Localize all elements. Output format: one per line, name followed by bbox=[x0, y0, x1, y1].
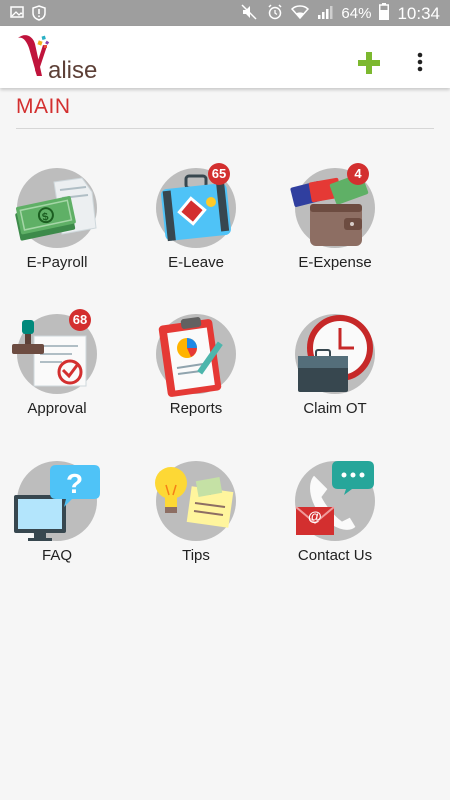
leave-count-badge: 65 bbox=[208, 163, 230, 185]
tile-label: E-Leave bbox=[168, 254, 224, 271]
help-monitor-icon: ? bbox=[14, 465, 100, 541]
tile-e-payroll[interactable]: $ E-Payroll bbox=[2, 168, 112, 288]
svg-text:@: @ bbox=[308, 508, 322, 524]
logo-text: alise bbox=[48, 57, 97, 84]
tile-label: Tips bbox=[182, 547, 210, 564]
more-vertical-icon bbox=[417, 52, 423, 72]
clock-time: 10:34 bbox=[397, 3, 440, 23]
tile-label: FAQ bbox=[41, 547, 72, 564]
lightbulb-note-icon bbox=[155, 467, 234, 528]
battery-icon bbox=[379, 3, 390, 24]
expense-count-badge: 4 bbox=[347, 163, 369, 185]
mute-icon bbox=[241, 3, 259, 24]
payroll-money-icon: $ bbox=[15, 177, 97, 241]
tile-reports[interactable]: Reports bbox=[141, 314, 251, 434]
tile-label: E-Payroll bbox=[26, 254, 88, 271]
alert-shield-icon bbox=[32, 5, 46, 25]
overflow-menu-button[interactable] bbox=[412, 48, 428, 78]
approval-count-badge: 68 bbox=[69, 309, 91, 331]
suitcase-icon bbox=[161, 174, 231, 242]
app-bar: alise bbox=[0, 26, 450, 88]
alarm-icon bbox=[267, 3, 283, 24]
tile-e-leave[interactable]: 65 E-Leave bbox=[141, 163, 251, 288]
tile-label: Approval bbox=[27, 400, 87, 417]
tile-approval[interactable]: 68 Approval bbox=[2, 309, 112, 434]
signal-icon bbox=[317, 4, 333, 24]
tile-e-expense[interactable]: 4 E-Expense bbox=[280, 163, 390, 288]
tile-tips[interactable]: Tips bbox=[141, 461, 251, 581]
tile-claim-ot[interactable]: Claim OT bbox=[280, 314, 390, 434]
contact-phone-mail-icon: @ bbox=[295, 461, 374, 535]
add-button[interactable] bbox=[358, 52, 380, 74]
tile-label: Claim OT bbox=[303, 400, 367, 417]
clock-briefcase-icon bbox=[298, 315, 373, 392]
tile-label: Reports bbox=[169, 400, 223, 417]
status-bar: 64% 10:34 bbox=[0, 0, 450, 26]
plus-icon bbox=[358, 52, 380, 74]
section-title: MAIN bbox=[16, 95, 71, 118]
tile-faq[interactable]: ? FAQ bbox=[2, 461, 112, 581]
clipboard-report-icon bbox=[158, 317, 223, 397]
battery-percent: 64% bbox=[341, 5, 372, 22]
tile-label: E-Expense bbox=[298, 254, 372, 271]
section-divider bbox=[16, 128, 434, 129]
tile-label: Contact Us bbox=[297, 547, 373, 564]
wifi-icon bbox=[291, 4, 310, 24]
valise-logo: alise bbox=[15, 32, 125, 89]
gallery-notification-icon bbox=[10, 5, 24, 25]
wallet-icon bbox=[290, 173, 369, 246]
svg-text:?: ? bbox=[66, 468, 83, 499]
tile-contact-us[interactable]: @ Contact Us bbox=[280, 461, 390, 581]
approval-stamp-icon bbox=[12, 320, 87, 387]
